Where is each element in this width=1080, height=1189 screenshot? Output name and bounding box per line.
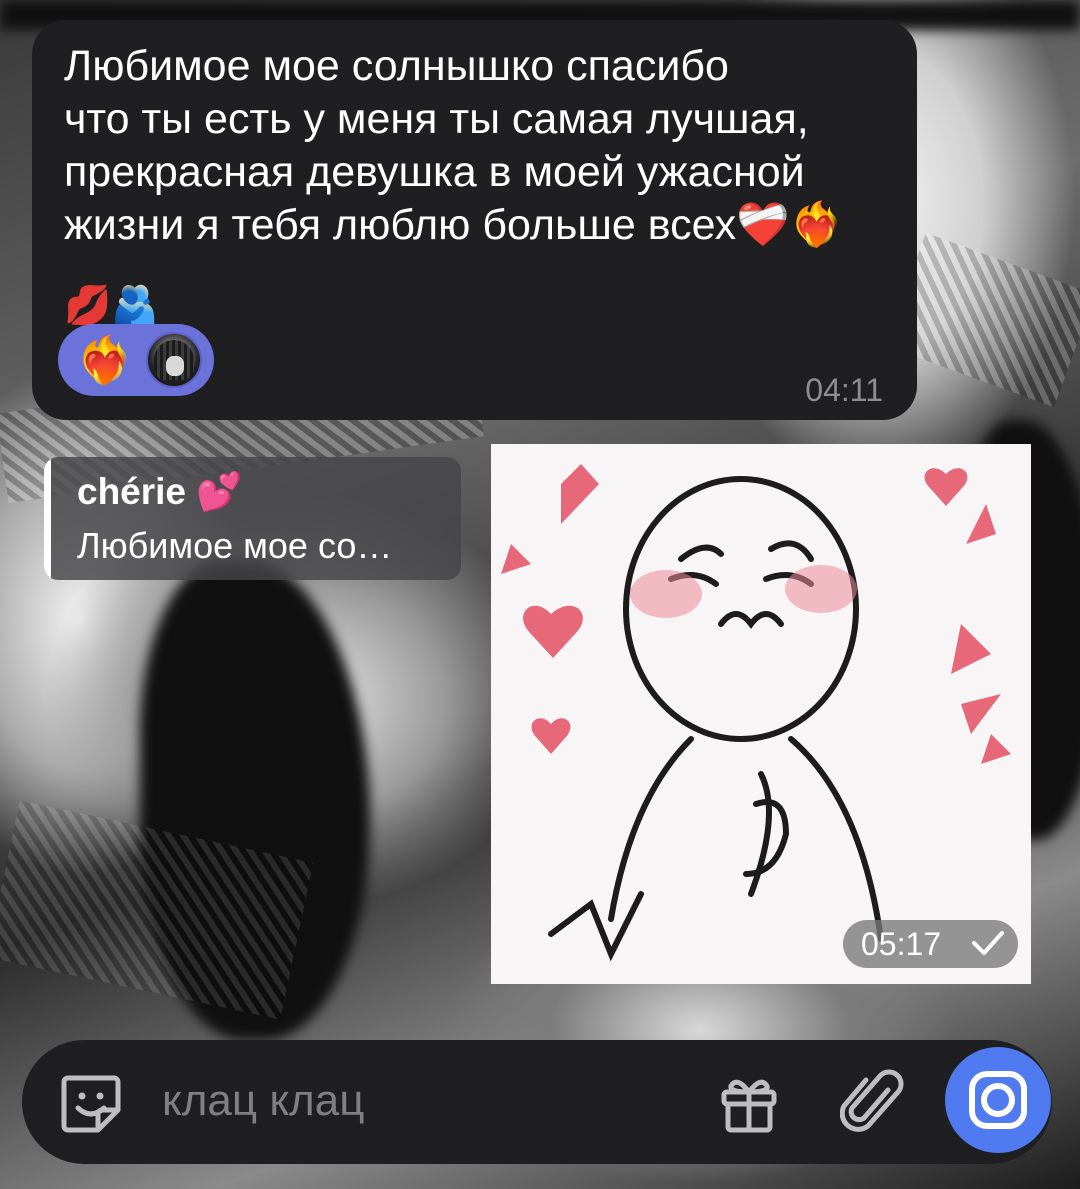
message-composer[interactable]: клац клац bbox=[22, 1040, 1052, 1164]
paperclip-icon[interactable] bbox=[840, 1068, 906, 1138]
reactor-avatar bbox=[146, 332, 202, 388]
sticker-image[interactable] bbox=[491, 444, 1031, 984]
sticker-time-badge: 05:17 bbox=[843, 920, 1018, 968]
gift-icon[interactable] bbox=[716, 1070, 782, 1136]
message-input[interactable]: клац клац bbox=[162, 1076, 364, 1126]
reply-text: Любимое мое со… bbox=[77, 525, 393, 566]
sticker-icon[interactable] bbox=[58, 1070, 124, 1136]
reply-bar bbox=[44, 457, 51, 580]
reply-author: chérie 💕 bbox=[77, 471, 243, 512]
sticker-time: 05:17 bbox=[861, 926, 942, 962]
reply-preview[interactable]: chérie 💕 Любимое мое со… bbox=[44, 457, 461, 580]
camera-button[interactable] bbox=[945, 1047, 1051, 1153]
incoming-message-bubble[interactable]: Любимое мое солнышко спасибо что ты есть… bbox=[32, 20, 917, 420]
message-emoji: 💋🫂 bbox=[64, 283, 159, 327]
reaction-chip[interactable]: ❤️‍🔥 bbox=[58, 324, 214, 396]
check-icon bbox=[972, 931, 1004, 955]
message-time: 04:11 bbox=[805, 372, 883, 408]
crying-character-illustration bbox=[501, 464, 1011, 962]
message-text: Любимое мое солнышко спасибо что ты есть… bbox=[64, 42, 844, 249]
reaction-emoji: ❤️‍🔥 bbox=[76, 333, 134, 387]
